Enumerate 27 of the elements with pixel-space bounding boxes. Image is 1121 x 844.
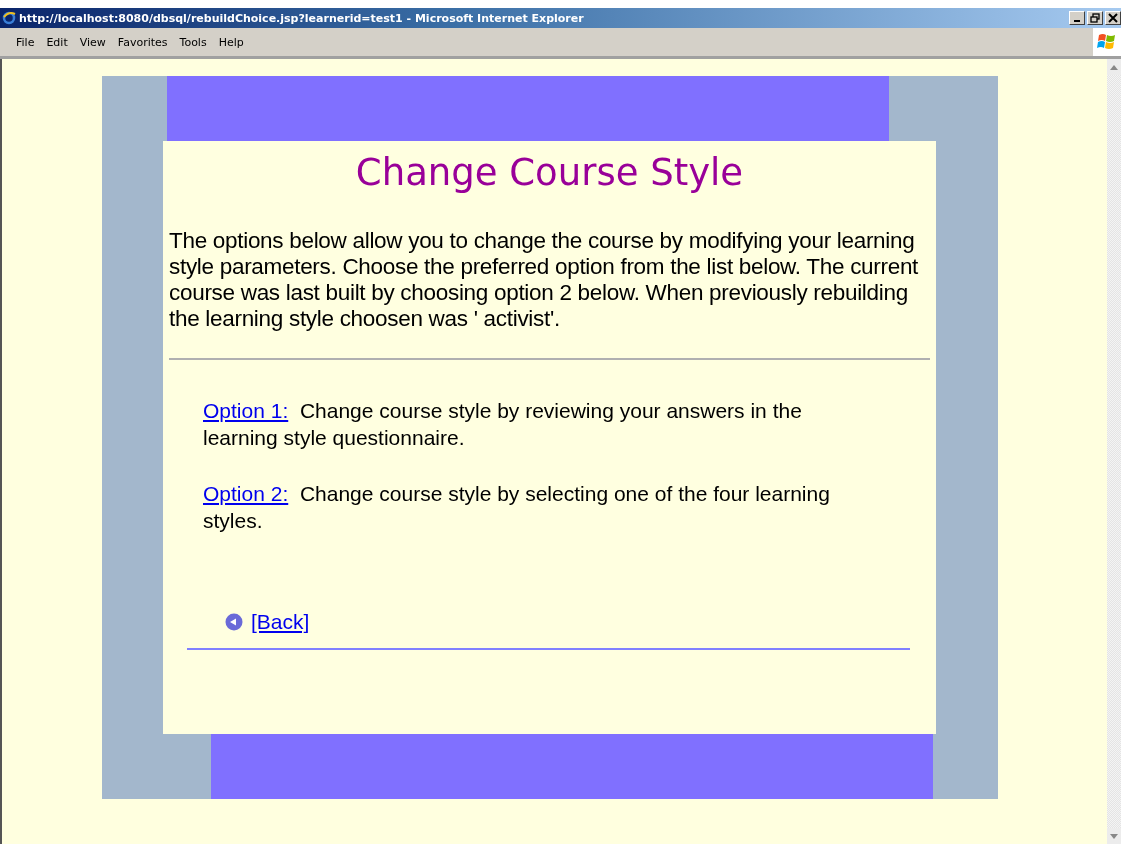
menu-item[interactable]: Tools <box>173 35 213 49</box>
restore-button[interactable] <box>1087 11 1103 25</box>
option-link[interactable]: Option 2: <box>203 482 289 505</box>
scroll-down-button[interactable] <box>1107 828 1121 844</box>
menu-item[interactable]: Favorites <box>111 35 174 49</box>
option-link[interactable]: Option 1: <box>203 399 289 422</box>
minimize-icon <box>1074 20 1080 22</box>
menu-item[interactable]: View <box>73 35 112 49</box>
windows-logo-icon <box>1093 28 1121 56</box>
back-link[interactable]: [Back] <box>251 610 310 634</box>
option-description: Option 1: Change course style by reviewing your answers in the learning style questionnaire. <box>203 398 803 451</box>
minimize-button[interactable] <box>1069 11 1085 25</box>
vertical-scrollbar[interactable] <box>1107 59 1121 844</box>
menu-item[interactable]: Edit <box>40 35 74 49</box>
close-icon <box>1108 13 1118 23</box>
window-title: http://localhost:8080/dbsql/rebuildChoice.jsp?learnerid=test1 - Microsoft Internet Explorer <box>19 11 584 25</box>
restore-icon <box>1090 13 1100 23</box>
menu-item[interactable]: Help <box>212 35 250 49</box>
up-arrow-icon <box>1110 64 1118 70</box>
browser-logo-icon <box>2 11 16 25</box>
scroll-up-button[interactable] <box>1107 59 1121 75</box>
page-heading: Change Course Style <box>354 151 745 194</box>
intro-paragraph: The options below allow you to change the course by modifying your learning style parameters. Choose the preferred option from the list below. The current course was last built by choosing option 2 below. When previously rebuilding the learning style choosen was ' activist'. <box>169 228 920 332</box>
close-button[interactable] <box>1105 11 1121 25</box>
down-arrow-icon <box>1110 833 1118 839</box>
option-description: Option 2: Change course style by selecting one of the four learning styles. <box>203 481 831 534</box>
menu-item[interactable]: File <box>10 35 41 49</box>
